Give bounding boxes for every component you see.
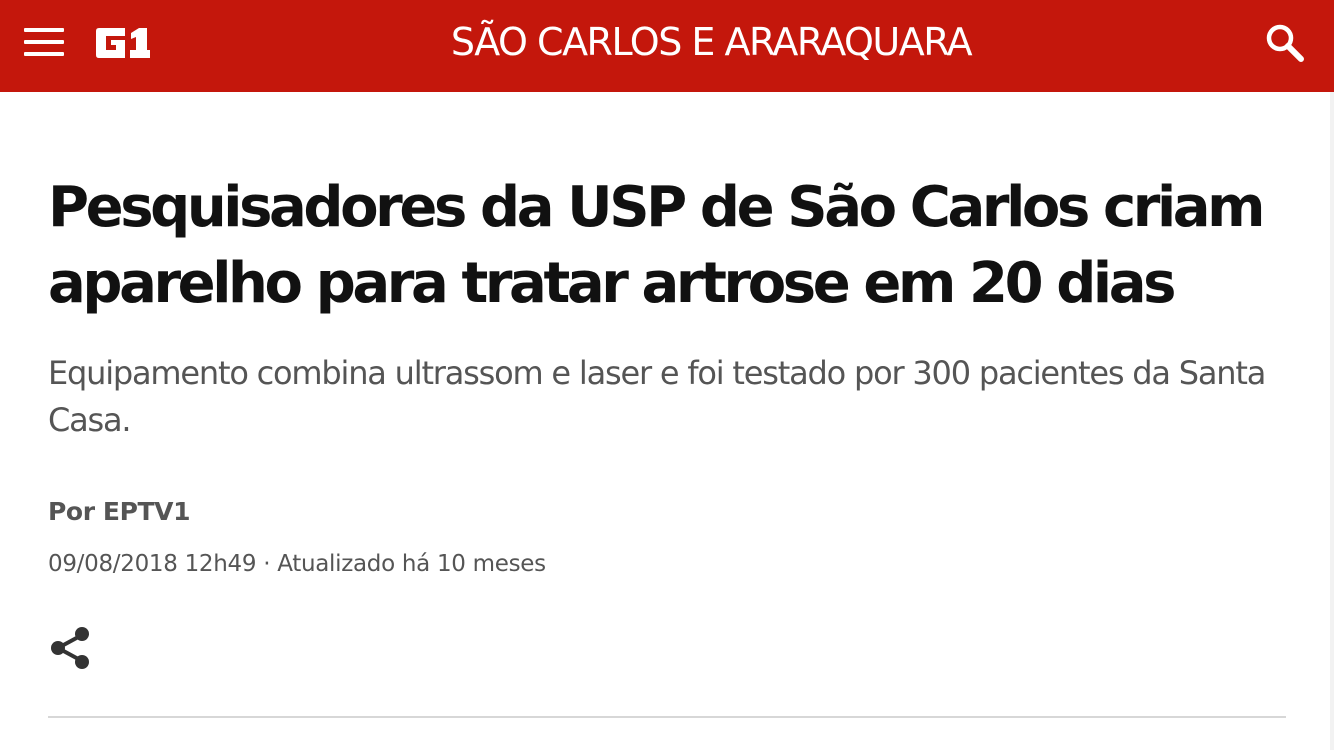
g1-logo-icon	[96, 28, 150, 58]
search-icon-graphic	[1266, 24, 1304, 62]
g1-logo[interactable]: G1	[96, 28, 150, 58]
share-icon[interactable]	[48, 625, 92, 671]
article-headline: Pesquisadores da USP de São Carlos criam…	[48, 175, 1266, 316]
menu-line	[24, 28, 64, 32]
share-icon-graphic	[51, 627, 89, 669]
top-navigation-bar: G1 SÃO CARLOS E ARARAQUARA	[0, 0, 1334, 92]
hamburger-menu-icon[interactable]	[24, 28, 64, 58]
article-subtitle: Equipamento combina ultrassom e laser e …	[48, 354, 1266, 439]
menu-line	[24, 52, 64, 56]
content-divider	[48, 716, 1286, 718]
published-date: 09/08/2018 12h49	[48, 551, 257, 577]
scrollbar-track	[1330, 92, 1334, 750]
date-separator: ·	[263, 551, 271, 577]
article-dateline: 09/08/2018 12h49 · Atualizado há 10 mese…	[48, 548, 546, 580]
updated-time: Atualizado há 10 meses	[277, 551, 546, 577]
logo-text: G1	[150, 28, 151, 29]
article-author: Por EPTV1	[48, 497, 191, 526]
section-title[interactable]: SÃO CARLOS E ARARAQUARA	[300, 0, 1122, 86]
search-icon[interactable]	[1264, 22, 1306, 64]
menu-line	[24, 40, 64, 44]
